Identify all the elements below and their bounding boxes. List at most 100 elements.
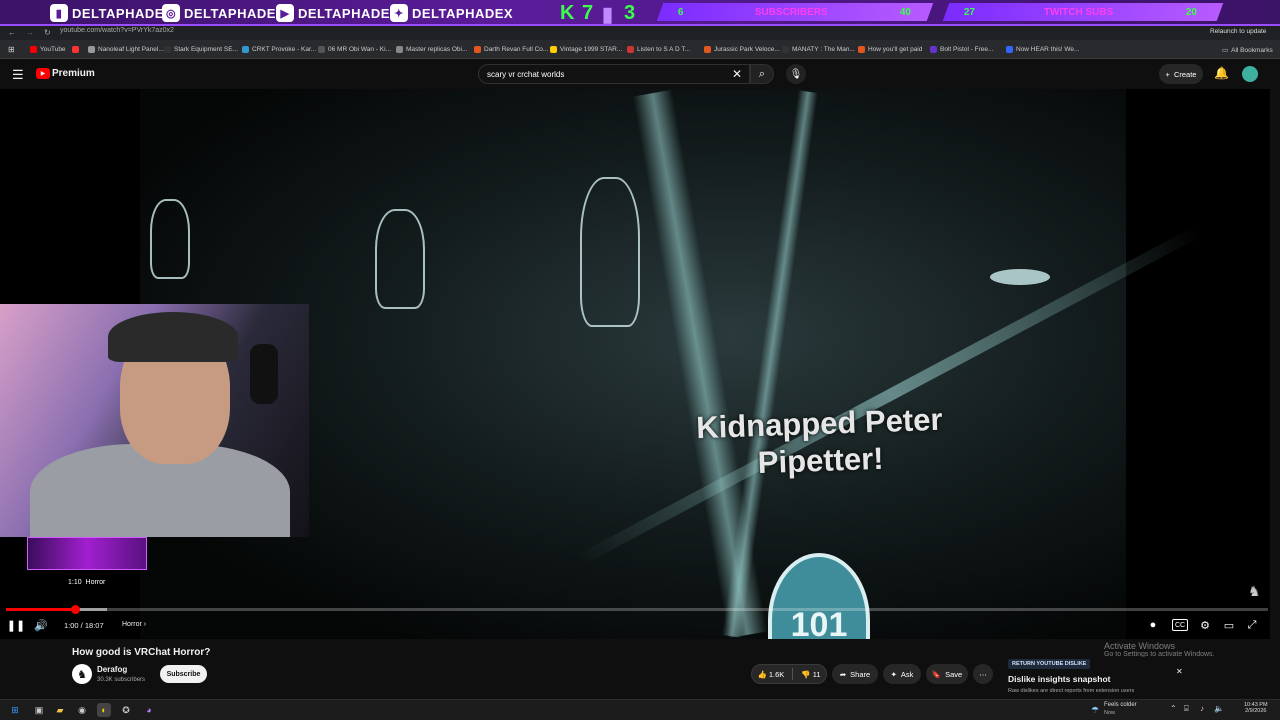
twitter-icon: ✦ (390, 4, 408, 22)
avatar[interactable] (1242, 66, 1258, 82)
social-label: DELTAPHADE (184, 5, 276, 21)
relaunch-button[interactable]: Relaunch to update (1210, 28, 1266, 35)
forward-icon[interactable]: → (26, 28, 34, 37)
chapter-button[interactable]: Horror › (122, 621, 146, 628)
bookmark-item[interactable] (72, 46, 79, 53)
menu-icon[interactable]: ☰ (12, 67, 24, 83)
bookmark-item[interactable]: 06 MR Obi Wan - Ki... (318, 46, 391, 53)
notifications-icon[interactable]: 🔔 (1214, 66, 1229, 80)
scrub-preview-thumbnail (27, 537, 147, 570)
reload-icon[interactable]: ↻ (44, 28, 51, 37)
tray-chevron-icon[interactable]: ⌃ (1170, 704, 1177, 713)
dislike-button[interactable]: 👎 11 (801, 670, 820, 679)
windows-start-icon[interactable]: ⊞ (8, 703, 22, 717)
search-input[interactable]: scary vr crchat worlds (478, 64, 750, 84)
popup-title: Dislike insights snapshot (1008, 674, 1111, 684)
youtube-logo-icon[interactable]: ▶ (36, 68, 50, 79)
bookmark-icon: 🔖 (931, 669, 942, 679)
pause-icon[interactable]: ❚❚ (7, 619, 25, 632)
thumbs-down-icon: 👎 (801, 669, 811, 679)
bookmark-item[interactable]: Darth Revan Full Co... (474, 46, 548, 53)
search-icon: ⌕ (758, 67, 766, 80)
weather-title: Feels colder (1104, 702, 1137, 708)
mic-tray-icon[interactable]: ♪ (1200, 704, 1204, 713)
microphone (250, 344, 278, 404)
address-bar[interactable]: youtube.com/watch?v=PVrYk7az0x2 (60, 27, 1060, 38)
more-actions-icon[interactable]: ⋯ (973, 664, 993, 684)
twitch-subs-goal-bar: 27 TWITCH SUBS 20 (942, 3, 1224, 21)
subscribers-current: 6 (678, 6, 684, 18)
youtube-icon: ▶ (276, 4, 294, 22)
autoplay-toggle-icon[interactable]: ● (1147, 619, 1159, 631)
twitter-social: ✦ DELTAPHADEX (390, 3, 513, 23)
bookmark-item[interactable]: Now HEAR this! We... (1006, 46, 1079, 53)
popup-badge: RETURN YOUTUBE DISLIKE (1008, 659, 1091, 669)
webcam-overlay (0, 304, 309, 537)
settings-icon[interactable]: ⚙ (1197, 618, 1213, 632)
progress-bar[interactable] (6, 608, 1268, 611)
theater-mode-icon[interactable]: ▭ (1221, 619, 1237, 632)
volume-icon[interactable]: 🔊 (33, 619, 49, 632)
file-explorer-icon[interactable]: ▰ (53, 703, 67, 717)
app-icon[interactable]: ✪ (119, 703, 133, 717)
subscribers-goal-bar: 6 SUBSCRIBERS 40 (656, 3, 934, 21)
voice-search-icon[interactable]: 🎙 (786, 64, 806, 84)
steam-icon[interactable]: ◉ (75, 703, 89, 717)
fullscreen-icon[interactable]: ⤢ (1245, 619, 1259, 631)
ufo-light (990, 269, 1050, 285)
weather-icon[interactable]: ☂ (1088, 703, 1102, 717)
twitch-subs-current: 27 (964, 6, 976, 18)
bookmark-item[interactable]: CRKT Provoke - Kar... (242, 46, 316, 53)
ask-button[interactable]: ✦ Ask (883, 664, 921, 684)
stream-overlay-bar: ▮ DELTAPHADE ◎ DELTAPHADE ▶ DELTAPHADE ✦ DEL… (0, 0, 1280, 26)
bookmark-item[interactable]: Jurassic Park Veloce... (704, 46, 780, 53)
twitch-icon: ▮ (50, 4, 68, 22)
twitch-social: ▮ DELTAPHADE (50, 3, 164, 23)
close-popup-icon[interactable]: ✕ (1176, 667, 1183, 676)
channel-avatar[interactable]: ♞ (72, 664, 92, 684)
bookmarks-bar: ⊞ YouTube Nanoleaf Light Panel... Stark … (0, 40, 1280, 59)
bookmark-item[interactable]: How you'll get paid (858, 46, 922, 53)
share-button[interactable]: ➦ Share (832, 664, 878, 684)
kick-count: 7 (582, 2, 594, 24)
save-button[interactable]: 🔖 Save (926, 664, 968, 684)
avatar-figure (580, 177, 640, 327)
bookmark-item[interactable]: YouTube (30, 46, 66, 53)
network-icon[interactable]: ⌸ (1184, 704, 1189, 714)
bookmark-item[interactable]: Nanoleaf Light Panel... (88, 46, 164, 53)
bookmark-item[interactable]: Listen to S A D T... (627, 46, 690, 53)
discord-icon[interactable]: ◕ (142, 703, 156, 717)
task-view-icon[interactable]: ▣ (32, 703, 46, 717)
plus-icon: + (1165, 69, 1170, 79)
twitch-logo-icon: ▮ (602, 4, 614, 26)
search-button[interactable]: ⌕ (750, 64, 774, 84)
dislike-insights-popup: RETURN YOUTUBE DISLIKE ✕ Dislike insight… (1004, 657, 1194, 699)
like-dislike-group: 👍 1.6K 👎 11 (751, 664, 827, 684)
social-label: DELTAPHADEX (412, 5, 514, 21)
subscribe-button[interactable]: Subscribe (160, 665, 207, 683)
all-bookmarks-button[interactable]: ▭ All Bookmarks (1222, 46, 1273, 55)
windows-taskbar: ⊞ ▣ ▰ ◉ ◐ ✪ ◕ ☂ Feels colder Now ⌃ ⌸ ♪ 🔈… (0, 699, 1280, 720)
channel-watermark-icon[interactable]: ♞ (1248, 583, 1261, 600)
bookmark-item[interactable]: Bolt Pistol - Free... (930, 46, 993, 53)
channel-name[interactable]: Derafog (97, 665, 127, 674)
like-button[interactable]: 👍 1.6K (757, 670, 784, 679)
bookmark-item[interactable]: Master replicas Obi... (396, 46, 467, 53)
social-label: DELTAPHADE (72, 5, 164, 21)
clock[interactable]: 10:43 PM 2/9/2026 (1244, 702, 1268, 714)
chrome-icon[interactable]: ◐ (97, 703, 111, 717)
share-icon: ➦ (839, 669, 847, 679)
clear-search-icon[interactable]: ✕ (732, 67, 742, 81)
bookmark-item[interactable]: Vintage 1999 STAR... (550, 46, 622, 53)
back-icon[interactable]: ← (8, 28, 16, 37)
apps-icon[interactable]: ⊞ (8, 45, 15, 54)
speaker-icon[interactable]: 🔈 (1214, 704, 1224, 713)
divider (792, 668, 794, 680)
create-button[interactable]: + Create (1159, 64, 1203, 84)
bookmark-item[interactable]: Stark Equipment SE... (164, 46, 238, 53)
bookmark-item[interactable]: MANATY : The Man... (782, 46, 855, 53)
youtube-premium-logo[interactable]: Premium (52, 68, 95, 79)
captions-icon[interactable]: CC (1172, 619, 1188, 631)
thumbs-up-icon: 👍 (757, 669, 767, 679)
subscribers-goal: 40 (900, 6, 912, 18)
